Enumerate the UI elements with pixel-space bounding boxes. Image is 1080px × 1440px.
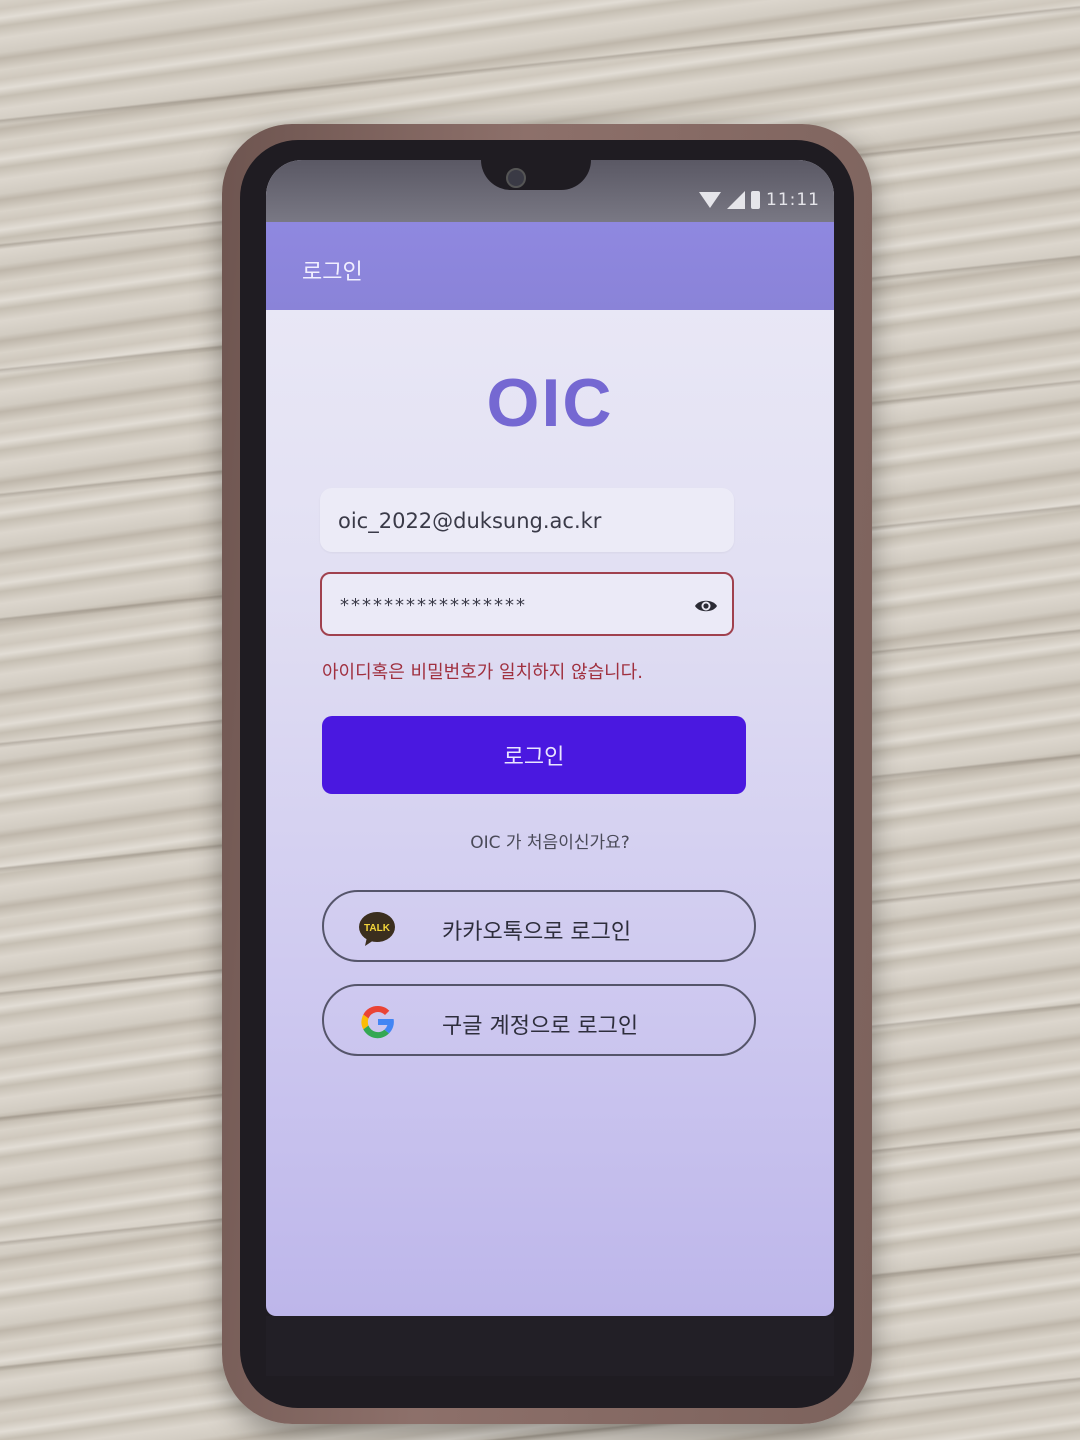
first-time-prompt[interactable]: OIC 가 처음이신가요?: [266, 828, 834, 853]
login-error-message: 아이디혹은 비밀번호가 일치하지 않습니다.: [322, 662, 643, 683]
google-login-label: 구글 계정으로 로그인: [442, 1014, 639, 1039]
kakao-talk-icon: TALK: [359, 912, 395, 946]
google-login-button[interactable]: 구글 계정으로 로그인: [322, 984, 756, 1056]
battery-icon: [751, 191, 760, 209]
app-bar-title: 로그인: [302, 260, 363, 285]
phone-bottom-bezel: [266, 1316, 834, 1376]
svg-text:TALK: TALK: [364, 923, 391, 934]
eye-icon[interactable]: [694, 594, 718, 618]
password-field[interactable]: [320, 572, 734, 636]
front-camera-icon: [506, 168, 526, 188]
google-g-icon: [361, 1005, 394, 1039]
wifi-icon: [699, 192, 721, 208]
password-input[interactable]: [338, 574, 682, 636]
kakao-login-label: 카카오톡으로 로그인: [442, 920, 632, 945]
login-button[interactable]: 로그인: [322, 716, 746, 794]
app-bar: 로그인: [266, 222, 834, 310]
signal-icon: [727, 191, 745, 209]
status-icons: 11:11: [699, 190, 820, 210]
camera-notch: [481, 160, 591, 190]
app-logo: OIC: [486, 365, 614, 441]
phone-screen: 11:11 로그인 OIC 아이디혹은 비밀번호가 일치하지 않습니다. 로그인…: [266, 160, 834, 1316]
status-time: 11:11: [766, 190, 820, 210]
email-input[interactable]: [336, 488, 720, 554]
kakao-login-button[interactable]: TALK 카카오톡으로 로그인: [322, 890, 756, 962]
email-field[interactable]: [320, 488, 734, 554]
